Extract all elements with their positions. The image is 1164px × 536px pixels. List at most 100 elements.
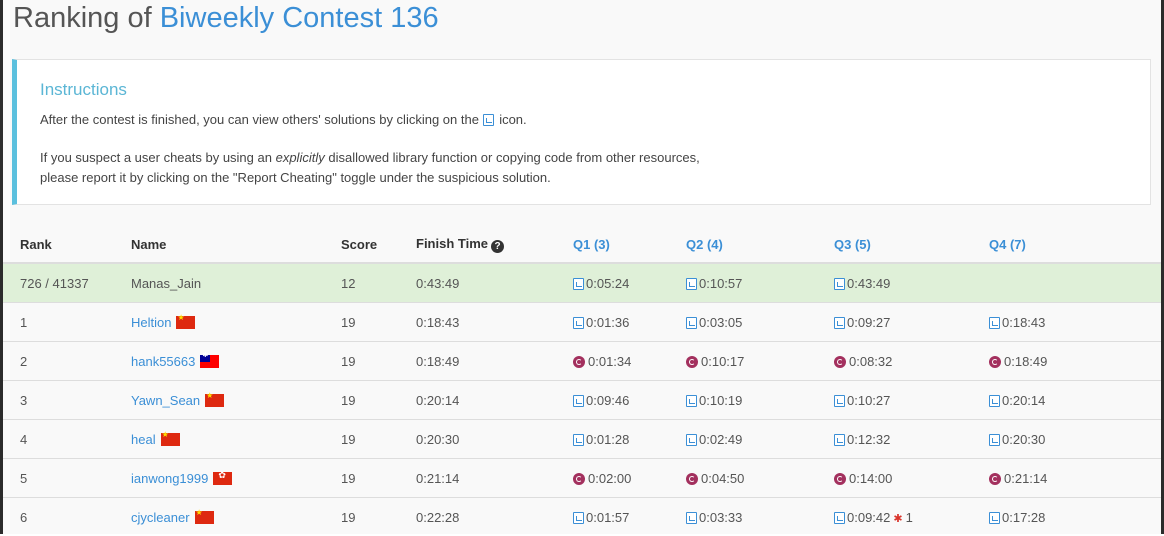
cell-name: Manas_Jain (131, 263, 341, 303)
table-row: 2hank55663190:18:490:01:340:10:170:08:32… (3, 342, 1161, 381)
code-file-icon[interactable] (686, 512, 697, 524)
code-file-icon[interactable] (573, 395, 584, 407)
cell-finish-time: 0:20:14 (416, 381, 573, 420)
cell-score: 19 (341, 498, 416, 536)
solve-time: 0:09:27 (847, 315, 890, 330)
report-text-3: please report it by clicking on the "Rep… (40, 170, 551, 185)
code-file-icon[interactable] (686, 434, 697, 446)
code-file-icon[interactable] (834, 317, 845, 329)
cell-q3: 0:09:42✱1 (834, 498, 989, 536)
solve-time: 0:02:49 (699, 432, 742, 447)
cell-q2: 0:02:49 (686, 420, 834, 459)
code-file-icon[interactable] (686, 317, 697, 329)
question-circle-icon[interactable]: ? (491, 240, 504, 253)
header-q1[interactable]: Q1 (3) (573, 226, 686, 263)
table-row: 3Yawn_Sean190:20:140:09:460:10:190:10:27… (3, 381, 1161, 420)
header-name: Name (131, 226, 341, 263)
user-name-link[interactable]: cjycleaner (131, 510, 190, 525)
cell-finish-time: 0:21:14 (416, 459, 573, 498)
code-file-icon[interactable] (573, 317, 584, 329)
code-file-icon[interactable] (686, 395, 697, 407)
code-file-icon[interactable] (573, 278, 584, 290)
cell-q2: 0:10:19 (686, 381, 834, 420)
cell-q2: 0:04:50 (686, 459, 834, 498)
cell-rank: 3 (3, 381, 131, 420)
table-header-row: Rank Name Score Finish Time? Q1 (3) Q2 (… (3, 226, 1161, 263)
code-file-icon[interactable] (834, 395, 845, 407)
solve-time: 0:21:14 (1004, 471, 1047, 486)
header-q3[interactable]: Q3 (5) (834, 226, 989, 263)
solve-time: 0:20:30 (1002, 432, 1045, 447)
instructions-text-after: icon. (499, 112, 526, 127)
cell-q1: 0:01:36 (573, 303, 686, 342)
code-file-icon[interactable] (989, 317, 1000, 329)
cell-finish-time: 0:18:43 (416, 303, 573, 342)
header-q2[interactable]: Q2 (4) (686, 226, 834, 263)
header-score: Score (341, 226, 416, 263)
cell-finish-time: 0:43:49 (416, 263, 573, 303)
code-file-icon[interactable] (834, 434, 845, 446)
user-name-link[interactable]: hank55663 (131, 354, 195, 369)
code-file-icon[interactable] (573, 434, 584, 446)
cell-score: 19 (341, 381, 416, 420)
cell-q4: 0:18:43 (989, 303, 1161, 342)
code-file-icon[interactable] (834, 278, 845, 290)
cell-q1: 0:05:24 (573, 263, 686, 303)
cell-q4: 0:20:30 (989, 420, 1161, 459)
header-q4[interactable]: Q4 (7) (989, 226, 1161, 263)
solve-time: 0:04:50 (701, 471, 744, 486)
cell-finish-time: 0:20:30 (416, 420, 573, 459)
instructions-text-before: After the contest is finished, you can v… (40, 112, 479, 127)
cpp-language-icon[interactable] (989, 473, 1001, 485)
solve-time: 0:14:00 (849, 471, 892, 486)
user-name-link[interactable]: ianwong1999 (131, 471, 208, 486)
cpp-language-icon[interactable] (834, 473, 846, 485)
user-name-link[interactable]: Yawn_Sean (131, 393, 200, 408)
user-name-link[interactable]: Heltion (131, 315, 171, 330)
user-name-link[interactable]: heal (131, 432, 156, 447)
cell-score: 19 (341, 303, 416, 342)
code-file-icon[interactable] (573, 512, 584, 524)
solve-time: 0:02:00 (588, 471, 631, 486)
solve-time: 0:10:57 (699, 276, 742, 291)
code-file-icon[interactable] (989, 395, 1000, 407)
cell-score: 19 (341, 342, 416, 381)
solve-time: 0:18:43 (1002, 315, 1045, 330)
cell-q1: 0:01:34 (573, 342, 686, 381)
cell-q1: 0:01:28 (573, 420, 686, 459)
flag-icon (161, 433, 180, 446)
code-file-icon[interactable] (834, 512, 845, 524)
code-file-icon[interactable] (686, 278, 697, 290)
cell-q1: 0:09:46 (573, 381, 686, 420)
ranking-rows: 726 / 41337Manas_Jain120:43:490:05:240:1… (3, 263, 1161, 536)
report-text-2: disallowed library function or copying c… (328, 150, 699, 165)
cell-score: 12 (341, 263, 416, 303)
solve-time: 0:01:57 (586, 510, 629, 525)
header-finish-time: Finish Time? (416, 226, 573, 263)
instructions-text-report: If you suspect a user cheats by using an… (40, 148, 800, 188)
cell-q3: 0:09:27 (834, 303, 989, 342)
solve-time: 0:43:49 (847, 276, 890, 291)
code-file-icon[interactable] (989, 434, 1000, 446)
cpp-language-icon[interactable] (573, 473, 585, 485)
cpp-language-icon[interactable] (686, 473, 698, 485)
solve-time: 0:08:32 (849, 354, 892, 369)
cell-name: hank55663 (131, 342, 341, 381)
cell-q3: 0:08:32 (834, 342, 989, 381)
solve-time: 0:10:19 (699, 393, 742, 408)
cell-q3: 0:14:00 (834, 459, 989, 498)
cell-name: cjycleaner (131, 498, 341, 536)
contest-link[interactable]: Biweekly Contest 136 (160, 2, 439, 34)
page-title: Ranking of Biweekly Contest 136 (13, 2, 439, 35)
table-row: 6cjycleaner190:22:280:01:570:03:330:09:4… (3, 498, 1161, 536)
cpp-language-icon[interactable] (573, 356, 585, 368)
code-file-icon[interactable] (989, 512, 1000, 524)
solve-time: 0:05:24 (586, 276, 629, 291)
cpp-language-icon[interactable] (989, 356, 1001, 368)
cpp-language-icon[interactable] (834, 356, 846, 368)
cell-name: heal (131, 420, 341, 459)
solve-time: 0:18:49 (1004, 354, 1047, 369)
cell-name: Yawn_Sean (131, 381, 341, 420)
instructions-text-view: After the contest is finished, you can v… (40, 112, 527, 127)
cpp-language-icon[interactable] (686, 356, 698, 368)
